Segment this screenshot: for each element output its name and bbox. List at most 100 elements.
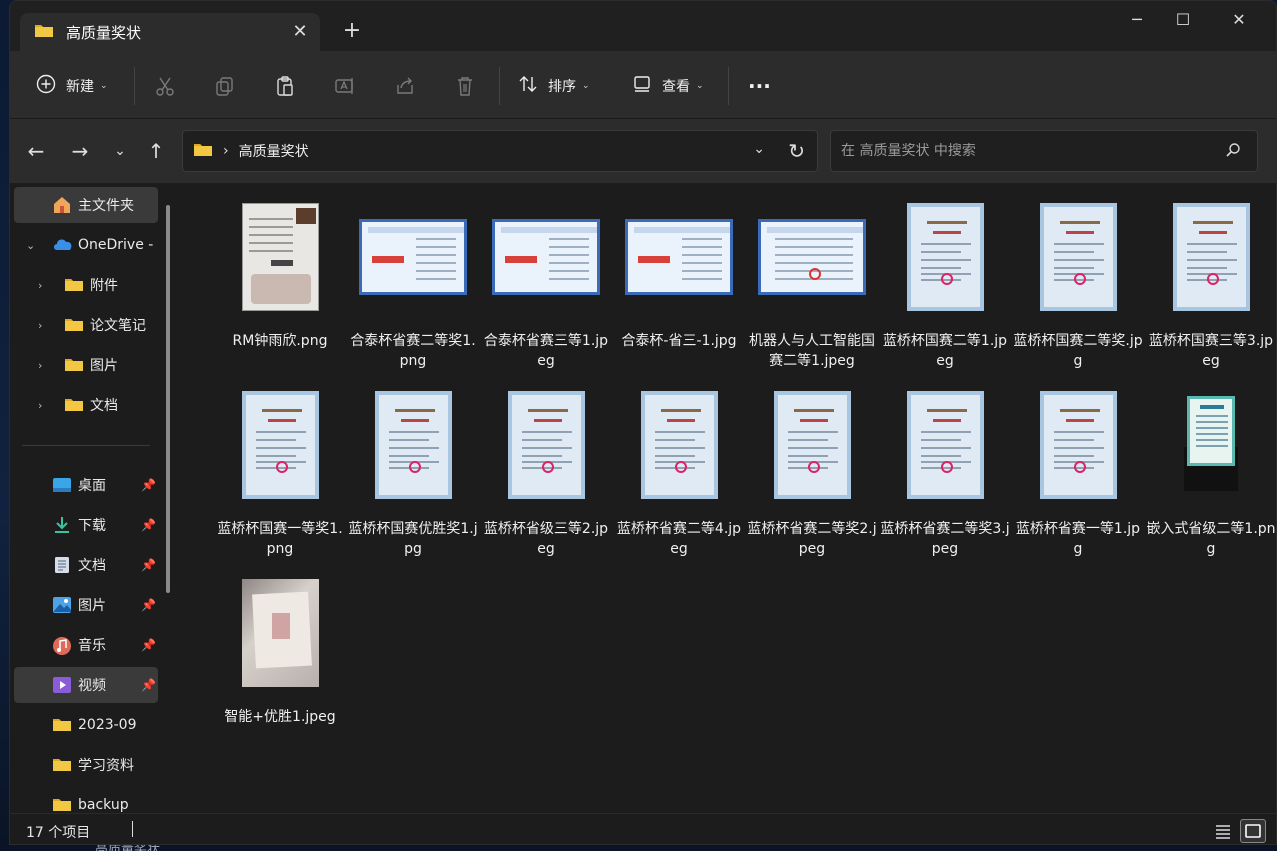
minimize-button[interactable]: ─ <box>1114 9 1160 31</box>
breadcrumb-current[interactable]: 高质量奖状 <box>239 141 309 161</box>
pin-icon[interactable]: 📌 <box>141 678 156 692</box>
file-item[interactable]: 蓝桥杯省赛二等奖3.jpeg <box>880 387 1010 567</box>
file-item[interactable]: 蓝桥杯国赛三等3.jpeg <box>1147 199 1275 379</box>
file-item[interactable]: 智能+优胜1.jpeg <box>216 575 344 755</box>
large-icons-view-icon[interactable] <box>1240 819 1266 843</box>
cut-icon[interactable] <box>154 75 178 99</box>
file-item[interactable]: 蓝桥杯国赛二等1.jpeg <box>881 199 1009 379</box>
more-options-button[interactable]: ··· <box>748 71 771 101</box>
folder-icon <box>52 796 72 814</box>
sidebar-item-label: backup <box>78 797 129 813</box>
file-item[interactable]: 蓝桥杯省赛一等1.jpg <box>1014 387 1142 567</box>
sidebar-item-home[interactable]: 主文件夹 <box>14 187 158 223</box>
file-thumbnail <box>748 199 876 315</box>
search-box[interactable] <box>830 130 1258 172</box>
pin-icon[interactable]: 📌 <box>141 518 156 532</box>
sidebar-item-study-materials[interactable]: 学习资料 <box>14 747 158 783</box>
sidebar-item-2023-09[interactable]: 2023-09 <box>14 707 158 743</box>
search-input[interactable] <box>841 143 1201 159</box>
certificate-thumbnail <box>1039 203 1117 311</box>
sort-icon <box>518 74 538 98</box>
sidebar-item-videos[interactable]: 视频 📌 <box>14 667 158 703</box>
new-button[interactable]: 新建 ⌄ <box>36 71 108 101</box>
view-button[interactable]: 查看 ⌄ <box>632 71 704 101</box>
cloud-icon <box>52 236 72 254</box>
sidebar-scrollbar[interactable] <box>166 205 170 593</box>
file-item[interactable]: 蓝桥杯省赛二等4.jpeg <box>615 387 743 567</box>
refresh-icon[interactable]: ↻ <box>788 139 805 163</box>
sidebar-item-onedrive[interactable]: ⌄ OneDrive - <box>14 227 158 263</box>
file-item[interactable]: 蓝桥杯国赛一等奖1.png <box>216 387 344 567</box>
sidebar-item-documents[interactable]: 文档 📌 <box>14 547 158 583</box>
maximize-button[interactable]: ☐ <box>1160 9 1206 31</box>
rename-icon[interactable] <box>334 75 358 99</box>
recent-chevron-down-icon[interactable]: ⌄ <box>108 139 132 163</box>
sidebar-item-documents-cloud[interactable]: › 文档 <box>14 387 158 423</box>
up-arrow-icon[interactable]: ↑ <box>144 139 168 163</box>
sort-button[interactable]: 排序 ⌄ <box>518 71 590 101</box>
file-name: 嵌入式省级二等1.png <box>1146 521 1276 557</box>
pin-icon[interactable]: 📌 <box>141 638 156 652</box>
address-row: ← → ⌄ ↑ › 高质量奖状 ⌄ ↻ <box>10 119 1276 183</box>
close-window-button[interactable]: ✕ <box>1216 9 1262 31</box>
file-thumbnail <box>349 387 477 503</box>
new-tab-button[interactable]: + <box>340 19 364 43</box>
sidebar-item-label: 文档 <box>78 558 106 574</box>
chevron-down-icon: ⌄ <box>696 81 704 91</box>
file-name: 合泰杯省赛三等1.jpeg <box>483 333 609 369</box>
forward-arrow-icon[interactable]: → <box>68 139 92 163</box>
tab-title: 高质量奖状 <box>66 23 142 42</box>
file-item[interactable]: 合泰杯省赛二等奖1.png <box>349 199 477 379</box>
file-item[interactable]: 蓝桥杯省赛二等奖2.jpeg <box>747 387 877 567</box>
pin-icon[interactable]: 📌 <box>141 598 156 612</box>
file-item[interactable]: 合泰杯省赛三等1.jpeg <box>482 199 610 379</box>
file-thumbnail <box>1014 199 1142 315</box>
sidebar-item-label: 文档 <box>90 398 118 414</box>
delete-icon[interactable] <box>454 75 478 99</box>
close-tab-button[interactable]: ✕ <box>288 20 312 44</box>
file-item[interactable]: 嵌入式省级二等1.png <box>1146 387 1276 567</box>
details-view-icon[interactable] <box>1210 819 1236 843</box>
pin-icon[interactable]: 📌 <box>141 478 156 492</box>
sidebar-item-downloads[interactable]: 下载 📌 <box>14 507 158 543</box>
sidebar-item-pictures-cloud[interactable]: › 图片 <box>14 347 158 383</box>
title-bar: 高质量奖状 ✕ + ─ ☐ ✕ <box>10 1 1276 51</box>
tab-current-folder[interactable]: 高质量奖状 ✕ <box>20 13 320 51</box>
pin-icon[interactable]: 📌 <box>141 558 156 572</box>
back-arrow-icon[interactable]: ← <box>24 139 48 163</box>
chevron-right-icon[interactable]: › <box>38 279 42 292</box>
copy-icon[interactable] <box>214 75 238 99</box>
file-item[interactable]: 蓝桥杯国赛二等奖.jpg <box>1013 199 1143 379</box>
chevron-down-icon[interactable]: ⌄ <box>26 239 35 252</box>
file-item[interactable]: 蓝桥杯国赛优胜奖1.jpg <box>348 387 478 567</box>
file-name: 蓝桥杯省赛二等4.jpeg <box>616 521 742 557</box>
chevron-down-icon: ⌄ <box>100 81 108 91</box>
address-bar[interactable]: › 高质量奖状 ⌄ ↻ <box>182 130 818 172</box>
breadcrumb-separator: › <box>223 143 229 159</box>
divider <box>134 67 135 105</box>
certificate-thumbnail <box>492 219 600 295</box>
file-name: 蓝桥杯省赛二等奖3.jpeg <box>880 521 1010 557</box>
sidebar-item-label: OneDrive - <box>78 237 154 253</box>
sidebar-item-desktop[interactable]: 桌面 📌 <box>14 467 158 503</box>
file-item[interactable]: 机器人与人工智能国赛二等1.jpeg <box>748 199 876 379</box>
sidebar-item-music[interactable]: 音乐 📌 <box>14 627 158 663</box>
sidebar-item-attachments[interactable]: › 附件 <box>14 267 158 303</box>
chevron-right-icon[interactable]: › <box>38 359 42 372</box>
certificate-thumbnail <box>906 391 984 499</box>
share-icon[interactable] <box>394 75 418 99</box>
search-icon[interactable] <box>1225 142 1241 162</box>
folder-icon <box>52 756 72 774</box>
address-dropdown-icon[interactable]: ⌄ <box>753 141 765 157</box>
file-item[interactable]: 蓝桥杯省级三等2.jpeg <box>482 387 610 567</box>
paste-icon[interactable] <box>274 75 298 99</box>
file-item[interactable]: 合泰杯-省三-1.jpg <box>615 199 743 379</box>
certificate-thumbnail <box>507 391 585 499</box>
divider <box>499 67 500 105</box>
sidebar-item-paper-notes[interactable]: › 论文笔记 <box>14 307 158 343</box>
file-item[interactable]: RM钟雨欣.png <box>216 199 344 379</box>
chevron-right-icon[interactable]: › <box>38 319 42 332</box>
chevron-right-icon[interactable]: › <box>38 399 42 412</box>
sidebar-item-pictures[interactable]: 图片 📌 <box>14 587 158 623</box>
folder-icon <box>64 356 84 374</box>
